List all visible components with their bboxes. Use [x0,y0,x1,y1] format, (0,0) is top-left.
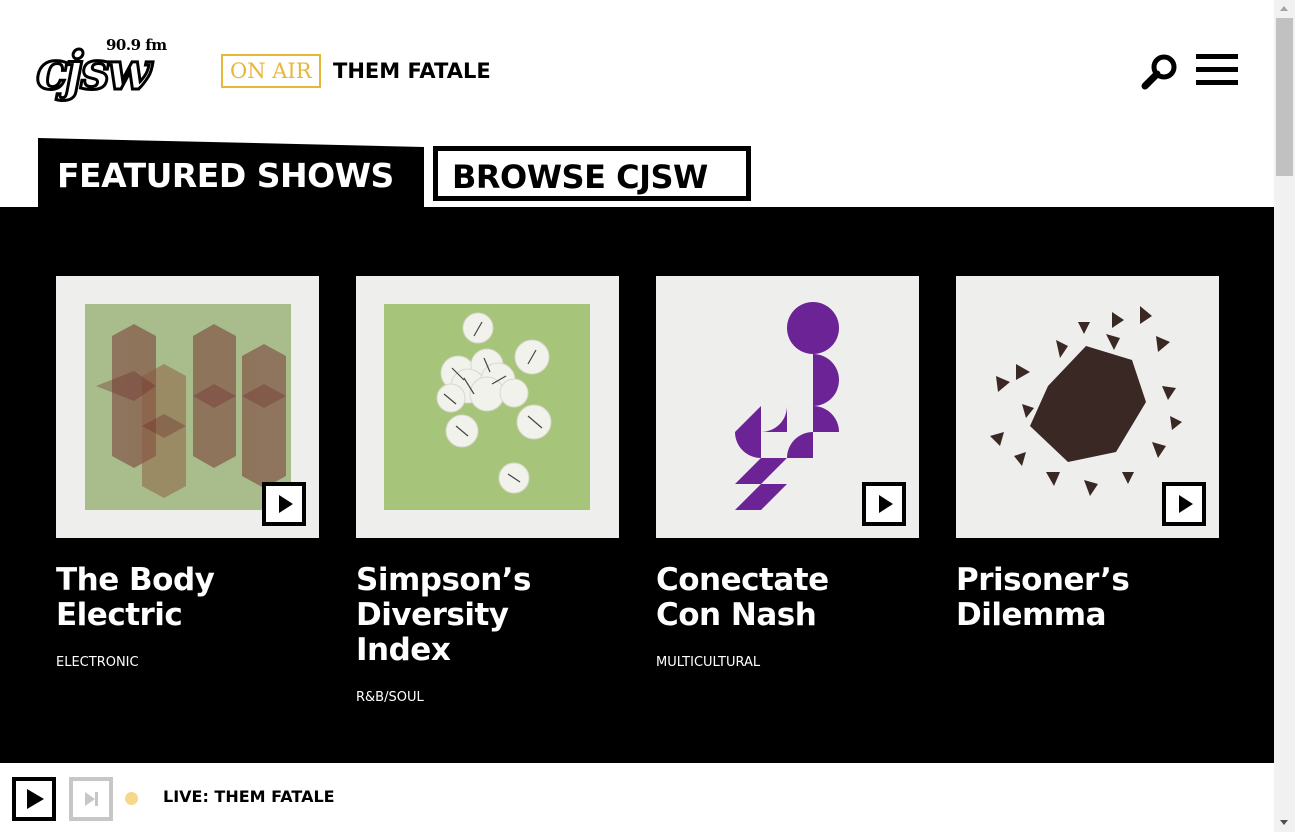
artwork-image [384,304,590,510]
page-scrollbar[interactable] [1274,0,1295,832]
player-now-playing: LIVE: THEM FATALE [163,787,335,806]
menu-button[interactable] [1196,54,1238,88]
show-title[interactable]: Prisoner’s Dilemma [956,563,1219,633]
on-air-badge: ON AIR [221,54,321,88]
play-icon [279,495,293,513]
site-header: 90.9 fm cjsw ON AIR THEM FATALE [0,0,1274,140]
on-air-show-title[interactable]: THEM FATALE [333,56,491,86]
play-show-button[interactable] [1162,482,1206,526]
show-genre[interactable]: R&B/SOUL [356,690,619,706]
play-icon [27,789,44,809]
tab-featured-shows[interactable]: FEATURED SHOWS [38,138,424,210]
show-artwork[interactable] [656,276,919,538]
show-title[interactable]: The Body Electric [56,563,319,633]
show-artwork[interactable] [56,276,319,538]
show-genre[interactable]: ELECTRONIC [56,655,319,671]
scroll-up-arrow-icon[interactable] [1280,6,1288,11]
live-indicator-dot [125,792,138,805]
scroll-down-arrow-icon[interactable] [1280,820,1288,825]
show-genre[interactable]: MULTICULTURAL [656,655,919,671]
show-artwork[interactable] [356,276,619,538]
search-button[interactable] [1140,52,1180,92]
show-card: Conectate Con Nash MULTICULTURAL [656,276,919,671]
featured-shows-panel: The Body Electric ELECTRONIC Simpson’s D… [0,207,1274,763]
scrollbar-thumb[interactable] [1276,18,1293,176]
show-card: Prisoner’s Dilemma [956,276,1219,633]
cjsw-logo[interactable]: 90.9 fm cjsw [35,36,198,102]
logo-wordmark: cjsw [35,41,153,102]
play-show-button[interactable] [262,482,306,526]
skip-forward-icon [85,792,95,806]
hamburger-menu-icon [1196,54,1238,59]
search-icon [1141,54,1177,90]
show-card: Simpson’s Diversity Index R&B/SOUL [356,276,619,706]
play-icon [1179,495,1193,513]
show-artwork[interactable] [956,276,1219,538]
show-title[interactable]: Simpson’s Diversity Index [356,563,619,668]
tab-browse-cjsw[interactable]: BROWSE CJSW [433,146,751,201]
play-icon [879,495,893,513]
audio-player-bar: LIVE: THEM FATALE [0,763,1274,832]
tab-browse-label: BROWSE CJSW [452,158,708,196]
player-play-button[interactable] [12,777,56,821]
show-card: The Body Electric ELECTRONIC [56,276,319,671]
player-skip-button[interactable] [69,777,113,821]
play-show-button[interactable] [862,482,906,526]
show-title[interactable]: Conectate Con Nash [656,563,919,633]
tab-featured-label: FEATURED SHOWS [57,156,394,195]
